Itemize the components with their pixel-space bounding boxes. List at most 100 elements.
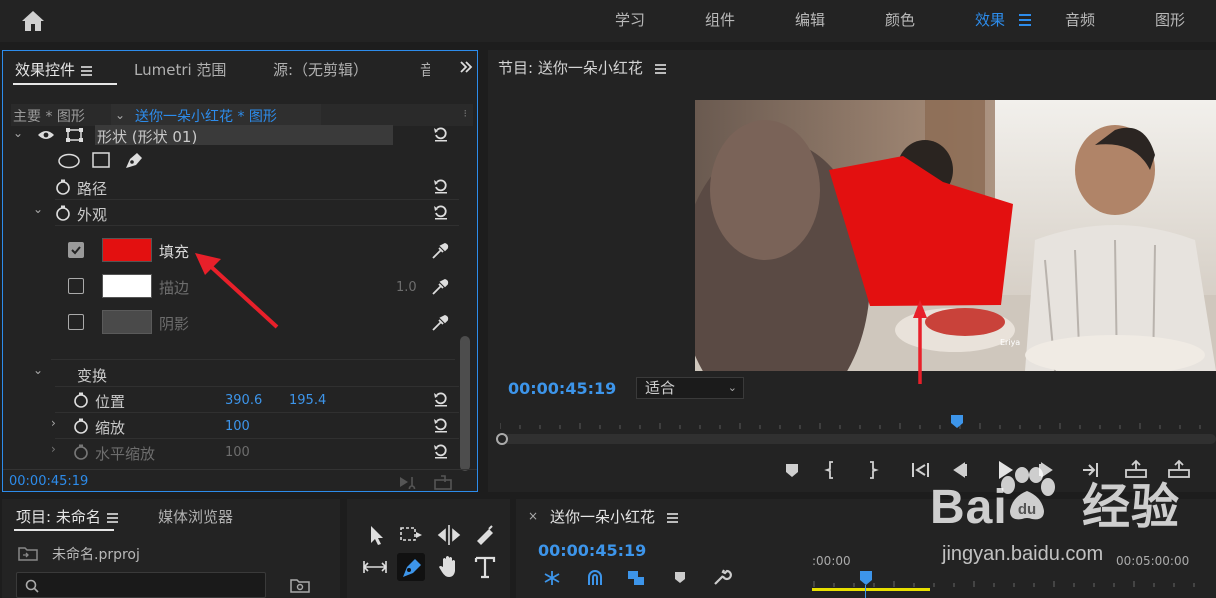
close-icon[interactable]: ×	[528, 509, 538, 523]
go-to-in-icon[interactable]	[907, 458, 950, 482]
scrub-handle[interactable]	[496, 433, 508, 445]
audio-playback-icon[interactable]	[399, 475, 419, 489]
project-search-input[interactable]	[16, 572, 266, 598]
position-y-value[interactable]: 195.4	[289, 393, 326, 408]
playhead-marker[interactable]	[951, 415, 963, 428]
export-frame-icon[interactable]	[433, 474, 453, 490]
reset-icon[interactable]	[433, 443, 449, 459]
rectangle-tool-icon[interactable]	[91, 151, 111, 169]
tab-source[interactable]: 源:（无剪辑）	[273, 59, 368, 80]
tab-media-browser[interactable]: 媒体浏览器	[158, 506, 233, 527]
snap-nest-icon[interactable]	[542, 569, 562, 587]
workspace-tab-effects[interactable]: 效果	[945, 0, 1035, 42]
project-file-name[interactable]: 未命名.prproj	[52, 544, 140, 564]
workspace-tab-graphics[interactable]: 图形	[1125, 0, 1215, 42]
workspace-tab-color[interactable]: 颜色	[855, 0, 945, 42]
panel-menu-icon[interactable]	[81, 65, 93, 76]
selection-tool-icon[interactable]	[363, 521, 391, 549]
transform-row[interactable]: ⌄ 变换	[11, 362, 459, 388]
resize-handle-icon[interactable]: ⁝	[464, 107, 468, 120]
appearance-row[interactable]: ⌄ 外观	[11, 201, 459, 227]
panel-menu-icon[interactable]	[667, 512, 679, 523]
tab-project[interactable]: 项目: 未命名	[16, 506, 118, 527]
effect-controls-timecode[interactable]: 00:00:45:19	[9, 474, 88, 489]
find-icon[interactable]	[290, 577, 310, 593]
ripple-edit-tool-icon[interactable]	[435, 521, 463, 549]
eyedropper-icon[interactable]	[431, 278, 449, 296]
collapse-chevron-icon[interactable]: ⌄	[33, 202, 43, 216]
stopwatch-icon[interactable]	[55, 179, 71, 195]
pen-tool-icon[interactable]	[397, 553, 425, 581]
stroke-checkbox[interactable]	[68, 278, 84, 294]
timeline-playhead[interactable]	[860, 571, 872, 585]
go-to-out-icon[interactable]	[1079, 458, 1122, 482]
fill-color-swatch[interactable]	[102, 238, 152, 262]
workspace-tab-learn[interactable]: 学习	[585, 0, 675, 42]
type-tool-icon[interactable]	[471, 553, 499, 581]
eyedropper-icon[interactable]	[431, 242, 449, 260]
eyedropper-icon[interactable]	[431, 314, 449, 332]
panel-menu-icon[interactable]	[654, 63, 666, 74]
stopwatch-icon[interactable]	[73, 418, 89, 434]
hand-tool-icon[interactable]	[435, 553, 463, 581]
mark-out-icon[interactable]	[864, 458, 907, 482]
pen-tool-icon[interactable]	[123, 150, 145, 170]
collapse-chevron-icon[interactable]: ⌄	[33, 363, 43, 377]
step-back-icon[interactable]	[950, 458, 993, 482]
stopwatch-icon[interactable]	[73, 392, 89, 408]
work-area-bar[interactable]	[812, 588, 930, 591]
source-clip-label[interactable]: 送你一朵小红花 * 图形	[135, 106, 277, 126]
timeline-timecode[interactable]: 00:00:45:19	[538, 541, 646, 560]
program-timecode[interactable]: 00:00:45:19	[508, 379, 616, 398]
position-x-value[interactable]: 390.6	[225, 393, 262, 408]
position-row[interactable]: 位置 390.6 195.4	[11, 388, 459, 414]
scale-value[interactable]: 100	[225, 419, 250, 434]
effect-controls-scrollbar[interactable]	[460, 336, 470, 471]
menu-icon[interactable]	[1019, 13, 1031, 27]
source-master-label[interactable]: 主要 * 图形	[13, 106, 85, 126]
mark-in-icon[interactable]	[821, 458, 864, 482]
stroke-width-value[interactable]: 1.0	[396, 280, 417, 295]
linked-selection-icon[interactable]	[626, 569, 646, 587]
program-time-ruler[interactable]	[500, 415, 1216, 429]
expand-chevron-icon[interactable]: ›	[51, 416, 56, 430]
program-scrub-bar[interactable]	[496, 433, 1216, 445]
reset-icon[interactable]	[433, 204, 449, 220]
reset-icon[interactable]	[433, 126, 449, 142]
fill-checkbox[interactable]	[68, 242, 84, 258]
track-select-tool-icon[interactable]	[397, 521, 425, 549]
tab-lumetri-scopes[interactable]: Lumetri 范围	[134, 59, 226, 80]
workspace-tab-editing[interactable]: 编辑	[765, 0, 855, 42]
chevron-down-icon[interactable]: ⌄	[115, 108, 125, 122]
zoom-fit-select[interactable]: 适合 ⌄	[636, 377, 744, 399]
shape-layer-row[interactable]: ⌄ 形状 (形状 01)	[11, 125, 459, 151]
program-video-frame[interactable]: Eriya	[695, 100, 1216, 371]
eye-icon[interactable]	[37, 129, 55, 141]
stopwatch-icon[interactable]	[55, 205, 71, 221]
panel-menu-icon[interactable]	[106, 512, 118, 523]
add-marker-icon[interactable]	[778, 458, 821, 482]
reset-icon[interactable]	[433, 391, 449, 407]
slip-tool-icon[interactable]	[361, 553, 389, 581]
tab-sequence[interactable]: 送你一朵小红花	[550, 506, 679, 527]
shadow-color-swatch[interactable]	[102, 310, 152, 334]
add-marker-icon[interactable]	[672, 569, 688, 585]
horizontal-scale-value[interactable]: 100	[225, 445, 250, 460]
program-monitor-tab[interactable]: 节目: 送你一朵小红花	[498, 57, 666, 78]
shadow-checkbox[interactable]	[68, 314, 84, 330]
stopwatch-icon[interactable]	[73, 444, 89, 460]
lift-icon[interactable]	[1122, 458, 1165, 482]
horizontal-scale-row[interactable]: › 水平缩放 100	[11, 440, 459, 466]
reset-icon[interactable]	[433, 178, 449, 194]
collapse-chevron-icon[interactable]: ⌄	[13, 126, 23, 140]
workspace-tab-audio[interactable]: 音频	[1035, 0, 1125, 42]
path-row[interactable]: 路径	[11, 175, 459, 201]
reset-icon[interactable]	[433, 417, 449, 433]
extract-icon[interactable]	[1165, 458, 1208, 482]
snap-icon[interactable]	[586, 569, 604, 587]
panel-overflow-icon[interactable]	[459, 60, 473, 74]
step-forward-icon[interactable]	[1036, 458, 1079, 482]
stroke-color-swatch[interactable]	[102, 274, 152, 298]
ellipse-tool-icon[interactable]	[57, 153, 81, 169]
settings-wrench-icon[interactable]	[712, 567, 732, 587]
